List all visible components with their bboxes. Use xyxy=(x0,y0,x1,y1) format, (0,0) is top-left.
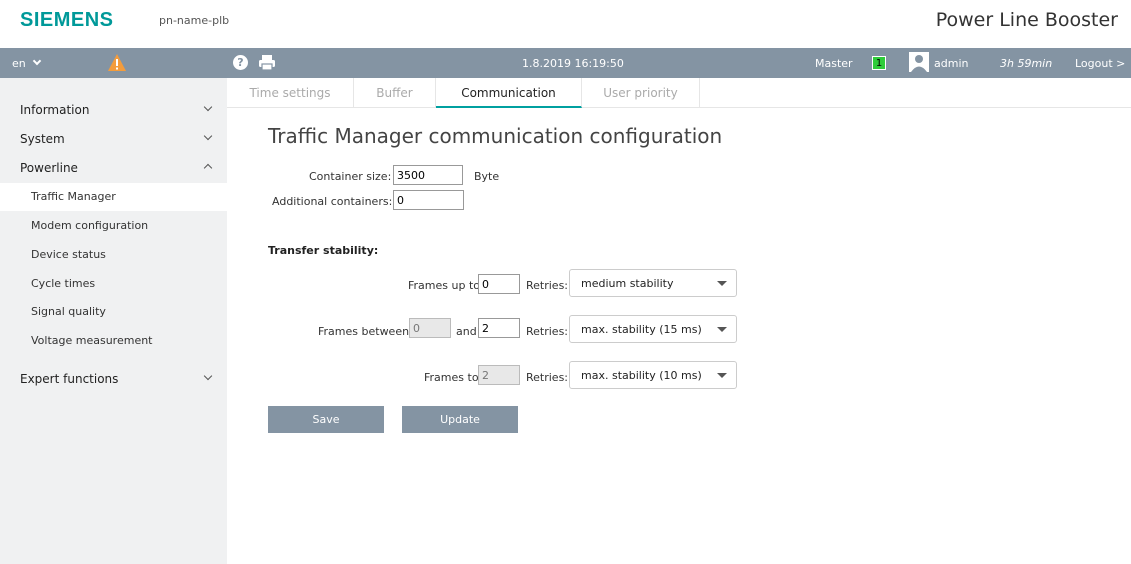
chevron-down-icon xyxy=(203,131,213,141)
update-button[interactable]: Update xyxy=(402,406,518,433)
sidebar-item-label: Cycle times xyxy=(31,277,96,290)
additional-containers-input[interactable] xyxy=(393,190,464,210)
sidebar-item-label: Modem configuration xyxy=(31,219,149,232)
container-size-label: Container size: xyxy=(309,170,392,183)
product-title: Power Line Booster xyxy=(935,9,1118,31)
dropdown-arrow-icon xyxy=(717,327,727,332)
frames-up-to-input[interactable] xyxy=(478,274,520,294)
retries-select-row1[interactable]: medium stability xyxy=(569,269,737,297)
username[interactable]: admin xyxy=(934,57,968,70)
sidebar-item-system[interactable]: System xyxy=(0,125,227,153)
chevron-down-icon xyxy=(203,102,213,112)
retries-select-row2[interactable]: max. stability (15 ms) xyxy=(569,315,737,343)
frames-between-label: Frames between xyxy=(318,325,410,338)
chevron-down-icon xyxy=(203,371,213,381)
tab-bar: Time settings Buffer Communication User … xyxy=(227,78,1131,108)
frames-up-to-label: Frames up to xyxy=(408,279,480,292)
header-bar: en ? 1.8.2019 16:19:50 Master 1 admin 3h… xyxy=(0,48,1131,78)
retries-label: Retries: xyxy=(526,371,569,384)
master-label: Master xyxy=(815,57,853,70)
sidebar-item-voltage-measurement[interactable]: Voltage measurement xyxy=(0,327,227,355)
brand-bar: SIEMENS pn-name-plb Power Line Booster xyxy=(0,0,1131,48)
and-label: and xyxy=(456,325,477,338)
user-icon xyxy=(909,52,929,72)
retries-value: max. stability (10 ms) xyxy=(581,369,702,382)
additional-containers-label: Additional containers: xyxy=(272,195,393,208)
tab-time-settings[interactable]: Time settings xyxy=(227,78,354,108)
sidebar-item-cycle-times[interactable]: Cycle times xyxy=(0,270,227,298)
device-name: pn-name-plb xyxy=(159,14,230,27)
container-size-unit: Byte xyxy=(474,170,500,183)
tab-communication[interactable]: Communication xyxy=(436,78,582,108)
print-icon[interactable] xyxy=(258,54,276,71)
sidebar-item-expert-functions[interactable]: Expert functions xyxy=(0,365,227,393)
frames-to-label: Frames to xyxy=(424,371,479,384)
retries-value: max. stability (15 ms) xyxy=(581,323,702,336)
master-badge: 1 xyxy=(872,56,886,70)
sidebar-item-traffic-manager[interactable]: Traffic Manager xyxy=(0,183,227,211)
retries-label: Retries: xyxy=(526,279,569,292)
frames-to-input xyxy=(478,365,520,385)
retries-select-row3[interactable]: max. stability (10 ms) xyxy=(569,361,737,389)
retries-label: Retries: xyxy=(526,325,569,338)
sidebar-item-label: Traffic Manager xyxy=(31,190,116,203)
save-button[interactable]: Save xyxy=(268,406,384,433)
session-timer: 3h 59min xyxy=(1000,57,1053,70)
sidebar: Information System Powerline Traffic Man… xyxy=(0,78,227,564)
sidebar-item-modem-configuration[interactable]: Modem configuration xyxy=(0,212,227,240)
datetime: 1.8.2019 16:19:50 xyxy=(522,57,624,70)
page-title: Traffic Manager communication configurat… xyxy=(268,124,723,148)
sidebar-item-label: Expert functions xyxy=(20,372,119,386)
sidebar-item-label: Powerline xyxy=(20,161,78,175)
frames-between-to-input[interactable] xyxy=(478,318,520,338)
tab-buffer[interactable]: Buffer xyxy=(354,78,436,108)
transfer-stability-heading: Transfer stability: xyxy=(268,244,379,257)
sidebar-item-powerline[interactable]: Powerline xyxy=(0,154,227,182)
dropdown-arrow-icon xyxy=(717,373,727,378)
retries-value: medium stability xyxy=(581,277,674,290)
tab-user-priority[interactable]: User priority xyxy=(582,78,700,108)
logout-button[interactable]: Logout > xyxy=(1075,57,1125,70)
sidebar-item-label: Signal quality xyxy=(31,305,106,318)
sidebar-item-label: Device status xyxy=(31,248,106,261)
sidebar-item-label: Voltage measurement xyxy=(31,334,153,347)
language-selector[interactable]: en xyxy=(12,56,41,70)
help-icon[interactable]: ? xyxy=(233,55,248,70)
warning-icon[interactable] xyxy=(107,53,127,72)
container-size-input[interactable] xyxy=(393,165,463,185)
dropdown-arrow-icon xyxy=(717,281,727,286)
sidebar-item-label: Information xyxy=(20,103,90,117)
chevron-up-icon xyxy=(203,163,213,173)
sidebar-item-information[interactable]: Information xyxy=(0,96,227,124)
sidebar-item-device-status[interactable]: Device status xyxy=(0,241,227,269)
language-label: en xyxy=(12,57,26,70)
sidebar-item-label: System xyxy=(20,132,65,146)
siemens-logo: SIEMENS xyxy=(20,9,114,31)
sidebar-item-signal-quality[interactable]: Signal quality xyxy=(0,298,227,326)
frames-between-from-input xyxy=(409,318,451,338)
chevron-down-icon xyxy=(32,56,41,66)
